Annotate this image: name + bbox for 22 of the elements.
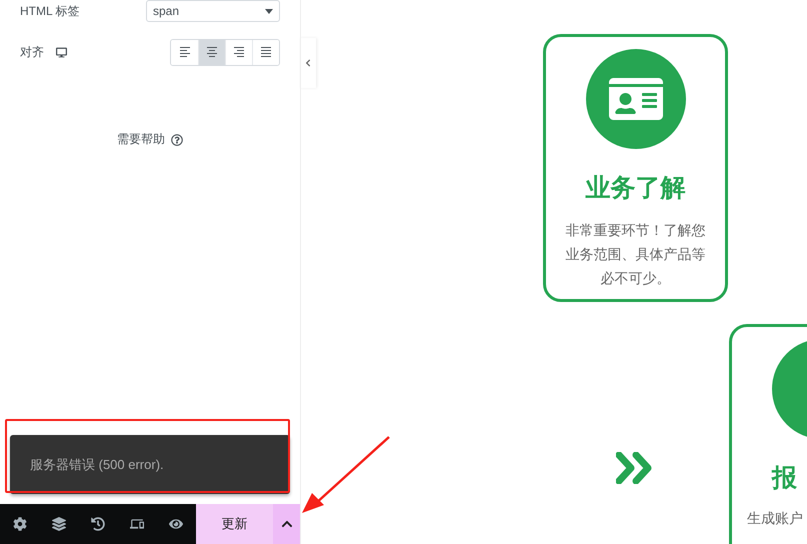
card-description: 生成账户 [746,509,803,528]
eye-icon[interactable] [168,517,182,531]
tag-select[interactable]: span [146,0,280,22]
settings-icon[interactable] [12,517,26,531]
chevron-up-icon [280,518,292,530]
layers-icon[interactable] [52,517,66,531]
error-toast: 服务器错误 (500 error). [10,435,290,494]
desktop-icon[interactable] [56,46,67,58]
help-link[interactable]: 需要帮助 [117,131,165,148]
card-title: 业务了解 [586,173,686,204]
card-description: 非常重要环节！了解您业务范围、具体产品等必不可少。 [564,221,706,288]
field-label: HTML 标签 [20,2,80,20]
chevron-left-icon [304,59,312,67]
update-button[interactable]: 更新 [196,504,273,544]
align-justify-button[interactable] [252,40,279,64]
help-icon[interactable] [171,134,183,146]
align-center-button[interactable] [198,40,225,64]
card-title: 报 [772,463,797,494]
devices-icon[interactable] [130,517,144,531]
field-label: 对齐 [20,44,67,60]
expand-button[interactable] [273,504,300,544]
history-icon[interactable] [90,517,104,531]
